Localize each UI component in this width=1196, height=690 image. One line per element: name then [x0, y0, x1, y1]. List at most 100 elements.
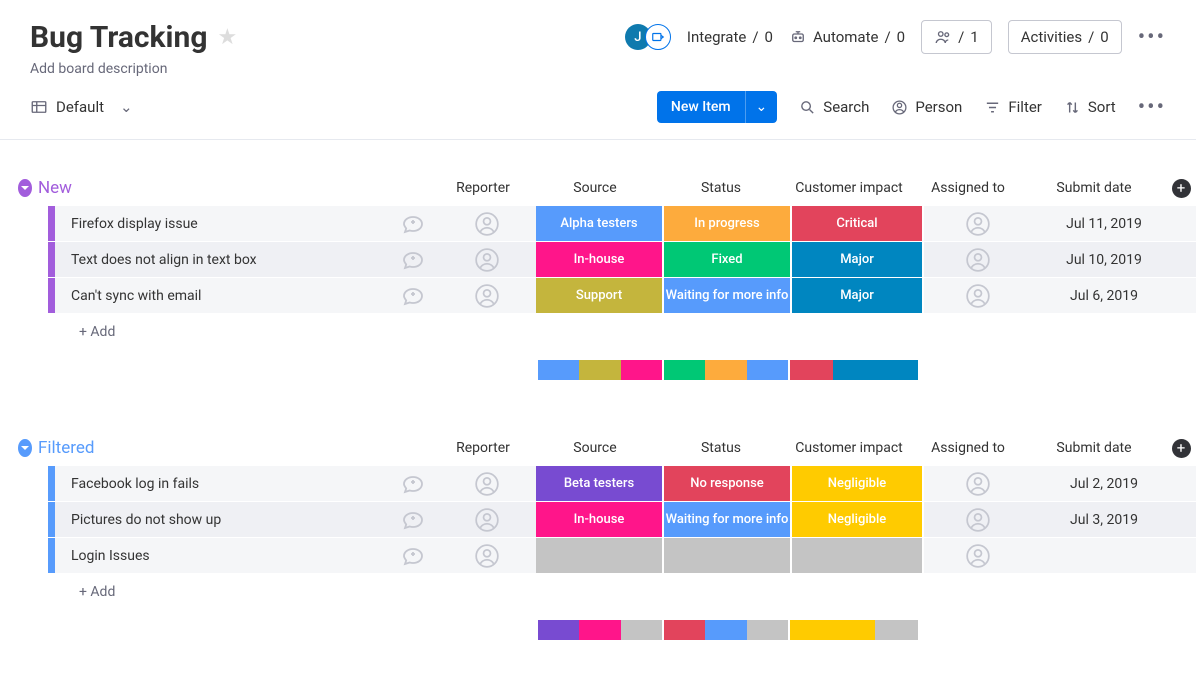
col-date[interactable]: Submit date — [1022, 440, 1166, 456]
source-cell[interactable]: Support — [536, 278, 662, 313]
impact-summary — [790, 620, 918, 640]
row-stripe — [48, 538, 55, 573]
col-assigned[interactable]: Assigned to — [914, 180, 1022, 196]
search-button[interactable]: Search — [799, 98, 869, 116]
status-cell[interactable] — [664, 538, 790, 573]
col-status[interactable]: Status — [658, 440, 784, 456]
collapse-toggle[interactable] — [18, 439, 32, 457]
row-stripe — [48, 278, 55, 313]
robot-icon — [789, 28, 807, 46]
toolbar-more-icon[interactable]: ••• — [1138, 95, 1166, 120]
date-cell[interactable]: Jul 3, 2019 — [1032, 502, 1176, 537]
source-cell[interactable]: Alpha testers — [536, 206, 662, 241]
col-source[interactable]: Source — [532, 440, 658, 456]
chat-icon[interactable] — [388, 242, 438, 277]
person-icon — [891, 99, 908, 116]
impact-cell[interactable]: Negligible — [792, 466, 922, 501]
item-name-cell[interactable]: Pictures do not show up — [55, 502, 388, 537]
activities-count: 0 — [1100, 28, 1108, 46]
status-cell[interactable]: Waiting for more info — [664, 278, 790, 313]
reporter-cell[interactable] — [438, 242, 536, 277]
source-summary — [538, 620, 662, 640]
view-selector[interactable]: Default ⌄ — [30, 98, 133, 116]
impact-cell[interactable]: Critical — [792, 206, 922, 241]
date-cell[interactable]: Jul 2, 2019 — [1032, 466, 1176, 501]
row-end — [1176, 278, 1196, 313]
automate-link[interactable]: Automate / 0 — [789, 28, 905, 46]
board-avatars[interactable]: J — [625, 24, 671, 50]
assigned-cell[interactable] — [924, 538, 1032, 573]
col-date[interactable]: Submit date — [1022, 180, 1166, 196]
date-cell[interactable]: Jul 11, 2019 — [1032, 206, 1176, 241]
chat-icon[interactable] — [388, 206, 438, 241]
chat-icon[interactable] — [388, 502, 438, 537]
source-cell[interactable]: In-house — [536, 242, 662, 277]
status-cell[interactable]: In progress — [664, 206, 790, 241]
date-cell[interactable]: Jul 6, 2019 — [1032, 278, 1176, 313]
item-name-cell[interactable]: Firefox display issue — [55, 206, 388, 241]
group-title[interactable]: New — [38, 178, 434, 198]
members-button[interactable]: / 1 — [921, 20, 992, 54]
new-item-dropdown[interactable]: ⌄ — [745, 91, 778, 123]
source-cell[interactable]: In-house — [536, 502, 662, 537]
assigned-cell[interactable] — [924, 242, 1032, 277]
col-impact[interactable]: Customer impact — [784, 440, 914, 456]
status-cell[interactable]: Fixed — [664, 242, 790, 277]
impact-cell[interactable] — [792, 538, 922, 573]
status-cell[interactable]: No response — [664, 466, 790, 501]
group-title[interactable]: Filtered — [38, 438, 434, 458]
status-cell[interactable]: Waiting for more info — [664, 502, 790, 537]
reporter-cell[interactable] — [438, 206, 536, 241]
assigned-cell[interactable] — [924, 466, 1032, 501]
sort-button[interactable]: Sort — [1064, 98, 1116, 116]
assigned-cell[interactable] — [924, 206, 1032, 241]
assigned-cell[interactable] — [924, 502, 1032, 537]
add-column-button[interactable]: + — [1172, 439, 1191, 458]
star-icon[interactable]: ★ — [217, 25, 237, 50]
filter-button[interactable]: Filter — [984, 98, 1042, 116]
activities-label: Activities — [1021, 28, 1082, 46]
integrate-count: 0 — [765, 28, 773, 46]
col-impact[interactable]: Customer impact — [784, 180, 914, 196]
reporter-cell[interactable] — [438, 278, 536, 313]
item-name-cell[interactable]: Can't sync with email — [55, 278, 388, 313]
item-name-cell[interactable]: Facebook log in fails — [55, 466, 388, 501]
source-cell[interactable]: Beta testers — [536, 466, 662, 501]
col-status[interactable]: Status — [658, 180, 784, 196]
row-end — [1176, 206, 1196, 241]
source-summary — [538, 360, 662, 380]
chat-icon[interactable] — [388, 538, 438, 573]
add-item-button[interactable]: + Add — [55, 324, 438, 340]
reporter-cell[interactable] — [438, 502, 536, 537]
integrate-link[interactable]: Integrate / 0 — [687, 28, 773, 46]
add-item-button[interactable]: + Add — [55, 584, 438, 600]
more-menu-icon[interactable]: ••• — [1138, 25, 1166, 50]
person-button[interactable]: Person — [891, 98, 962, 116]
chat-icon[interactable] — [388, 278, 438, 313]
item-name-cell[interactable]: Login Issues — [55, 538, 388, 573]
new-item-button[interactable]: New Item ⌄ — [657, 91, 777, 123]
impact-cell[interactable]: Negligible — [792, 502, 922, 537]
impact-cell[interactable]: Major — [792, 278, 922, 313]
row-stripe — [48, 466, 55, 501]
item-name-cell[interactable]: Text does not align in text box — [55, 242, 388, 277]
reporter-cell[interactable] — [438, 538, 536, 573]
board-description[interactable]: Add board description — [30, 61, 237, 77]
collapse-toggle[interactable] — [18, 179, 32, 197]
row-stripe — [48, 502, 55, 537]
assigned-cell[interactable] — [924, 278, 1032, 313]
reporter-cell[interactable] — [438, 466, 536, 501]
source-cell[interactable] — [536, 538, 662, 573]
activities-button[interactable]: Activities / 0 — [1008, 20, 1122, 54]
board-title[interactable]: Bug Tracking — [30, 20, 207, 55]
row-end — [1176, 538, 1196, 573]
col-assigned[interactable]: Assigned to — [914, 440, 1022, 456]
chat-icon[interactable] — [388, 466, 438, 501]
col-source[interactable]: Source — [532, 180, 658, 196]
impact-cell[interactable]: Major — [792, 242, 922, 277]
col-reporter[interactable]: Reporter — [434, 180, 532, 196]
date-cell[interactable] — [1032, 538, 1176, 573]
date-cell[interactable]: Jul 10, 2019 — [1032, 242, 1176, 277]
col-reporter[interactable]: Reporter — [434, 440, 532, 456]
add-column-button[interactable]: + — [1172, 179, 1191, 198]
